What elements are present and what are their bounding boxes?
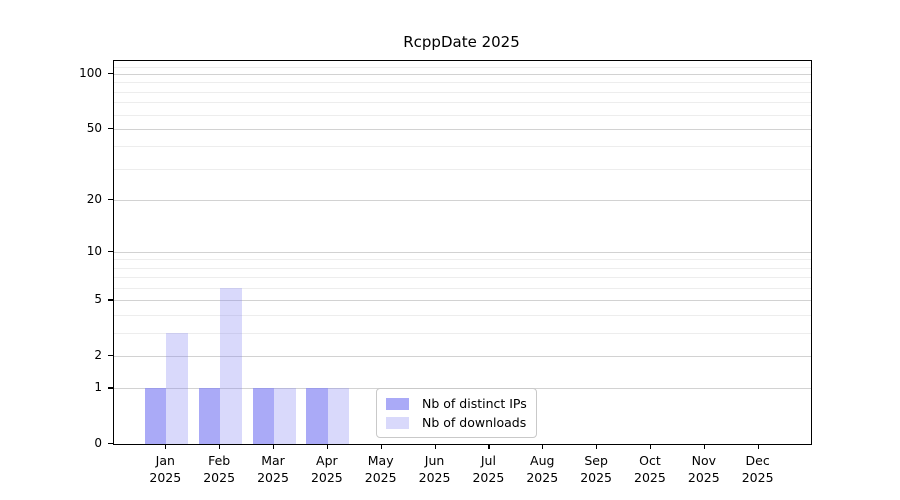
y-tick <box>108 127 113 130</box>
bar-ips-apr <box>306 388 328 444</box>
y-tick-label: 2 <box>94 347 102 362</box>
y-tick <box>108 443 113 445</box>
chart-title: RcppDate 2025 <box>403 33 520 51</box>
gridline-minor <box>114 259 811 261</box>
x-tick <box>596 444 598 449</box>
gridline-major <box>114 300 811 302</box>
x-tick <box>219 444 221 449</box>
gridline-minor <box>114 102 811 104</box>
legend-swatch-distinct-ips <box>386 397 409 410</box>
gridline-minor <box>114 288 811 290</box>
gridline-minor <box>114 168 811 170</box>
gridline-minor <box>114 267 811 269</box>
y-tick-label: 20 <box>86 192 102 206</box>
x-tick <box>434 444 436 449</box>
legend-item-downloads: Nb of downloads <box>386 415 527 430</box>
y-tick-label: 5 <box>94 292 102 307</box>
x-tick <box>542 444 544 449</box>
x-tick <box>649 444 652 449</box>
gridline-major <box>114 74 811 76</box>
gridline-minor <box>114 332 811 334</box>
bar-ips-feb <box>198 388 221 444</box>
bar-downloads-jan <box>166 332 188 444</box>
x-tick-label: Dec 2025 <box>722 452 794 486</box>
y-tick <box>108 250 113 253</box>
gridline-minor <box>114 66 811 68</box>
gridline-minor <box>114 315 811 317</box>
x-tick <box>757 444 759 449</box>
legend-label-distinct-ips: Nb of distinct IPs <box>422 396 527 411</box>
legend: Nb of distinct IPs Nb of downloads <box>376 388 537 438</box>
x-label-year: 2025 <box>741 470 774 485</box>
gridline-minor <box>114 91 811 93</box>
x-tick <box>703 444 705 449</box>
legend-swatch-downloads <box>386 416 409 429</box>
x-tick <box>273 444 275 449</box>
y-tick <box>108 354 113 357</box>
legend-label-downloads: Nb of downloads <box>422 415 527 430</box>
bar-ips-jan <box>144 388 167 444</box>
x-label-month: Dec <box>745 453 770 468</box>
gridline-major <box>114 128 811 130</box>
x-tick <box>165 444 167 449</box>
x-tick <box>326 444 329 449</box>
y-tick-label: 0 <box>94 436 102 450</box>
gridline-minor <box>114 114 811 116</box>
gridline-minor <box>114 82 811 84</box>
y-tick-label: 10 <box>86 243 102 258</box>
y-tick <box>108 387 113 389</box>
y-tick <box>108 73 113 75</box>
y-tick-label: 100 <box>79 66 102 81</box>
y-tick <box>108 299 113 301</box>
y-tick <box>108 199 113 201</box>
gridline-minor <box>114 146 811 148</box>
gridline-major <box>114 355 811 357</box>
bar-downloads-mar <box>274 388 296 444</box>
legend-item-distinct-ips: Nb of distinct IPs <box>386 396 527 411</box>
gridline-major <box>114 200 811 201</box>
bar-ips-mar <box>252 388 274 444</box>
bar-downloads-apr <box>327 388 350 444</box>
figure: RcppDate 2025 0 1 2 5 10 20 50 100 Jan 2025 Feb 20… <box>0 0 900 500</box>
y-tick-label: 50 <box>86 120 102 135</box>
gridline-major <box>114 251 811 253</box>
y-tick-label: 1 <box>94 380 102 395</box>
bar-downloads-feb <box>220 288 242 444</box>
gridline-minor <box>114 277 811 279</box>
x-tick <box>488 444 490 449</box>
x-tick <box>380 444 382 449</box>
